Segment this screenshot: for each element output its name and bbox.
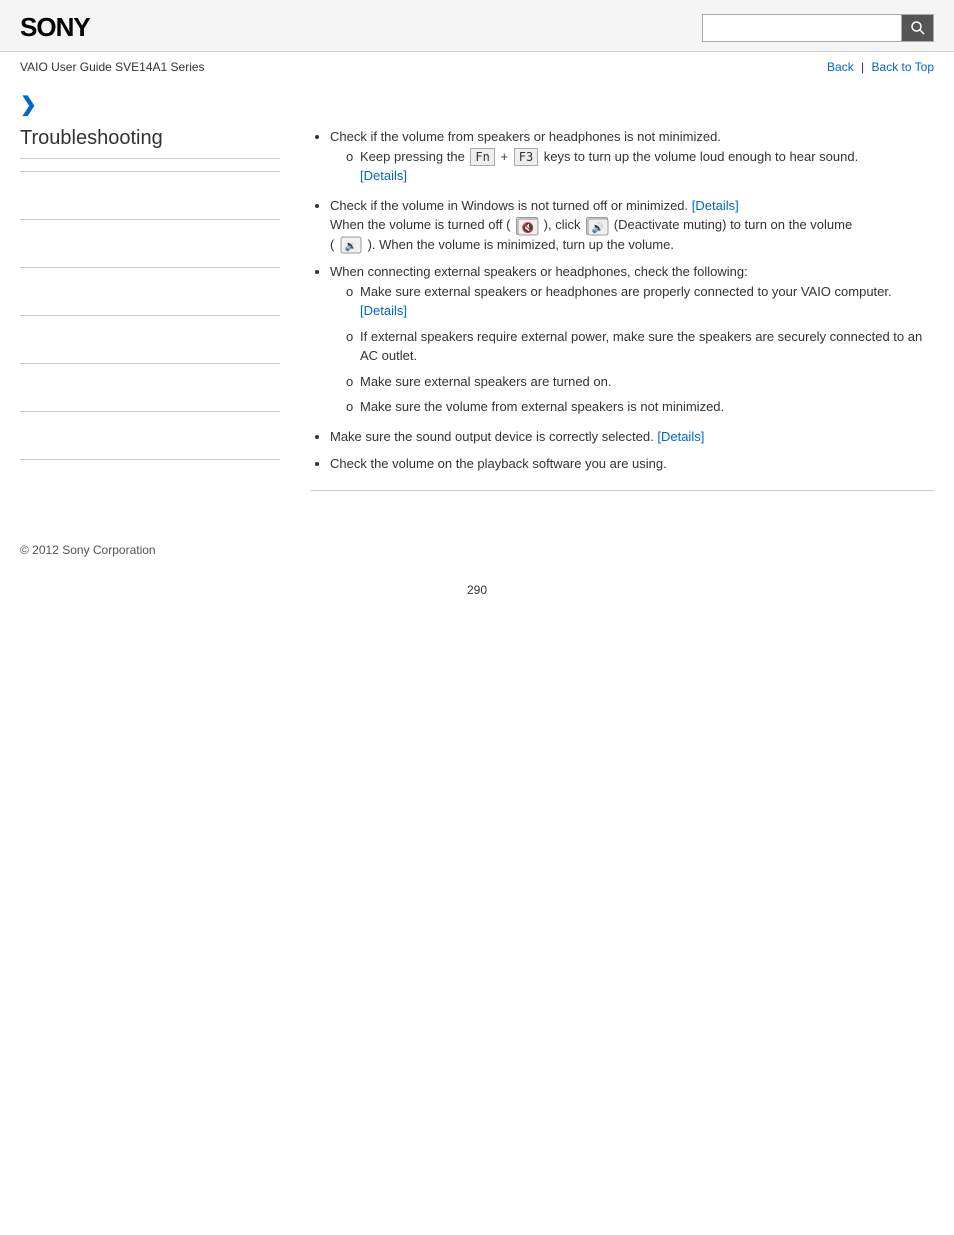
sidebar-divider-3 — [20, 267, 280, 268]
bullet2-pre: Check if the volume in Windows is not tu… — [330, 198, 688, 213]
sidebar-divider-7 — [20, 459, 280, 460]
sidebar-item-1 — [20, 182, 280, 209]
search-button[interactable] — [902, 14, 934, 42]
sub-item-1-1: Keep pressing the Fn + F3 keys to turn u… — [346, 147, 934, 186]
sidebar-divider-6 — [20, 411, 280, 412]
main-layout: Troubleshooting Check if the volume from… — [0, 117, 954, 527]
details-link-3[interactable]: [Details] — [360, 303, 407, 318]
bullet2-body2: ), click — [544, 217, 584, 232]
guide-title: VAIO User Guide SVE14A1 Series — [20, 60, 205, 74]
svg-text:🔊: 🔊 — [592, 221, 604, 234]
sub-list-1: Keep pressing the Fn + F3 keys to turn u… — [330, 147, 934, 186]
sidebar-divider-2 — [20, 219, 280, 220]
deactivate-mute-icon-svg: 🔊 — [587, 218, 609, 236]
sub1-1-plus: + — [501, 149, 512, 164]
list-item-3: When connecting external speakers or hea… — [330, 262, 934, 417]
speaker-icon-svg: 🔉 — [340, 236, 362, 254]
footer: © 2012 Sony Corporation — [0, 527, 954, 573]
list-item-1: Check if the volume from speakers or hea… — [330, 127, 934, 186]
nav-separator: | — [861, 60, 864, 74]
speaker-icon: 🔉 — [340, 236, 362, 254]
copyright-text: © 2012 Sony Corporation — [20, 543, 156, 557]
deactivate-mute-icon: 🔊 — [586, 217, 608, 235]
sub1-1-keys: Fn — [470, 148, 494, 166]
bullet1-text: Check if the volume from speakers or hea… — [330, 129, 721, 144]
sidebar-section-title: Troubleshooting — [20, 127, 280, 159]
sub3-1-pre: Make sure external speakers or headphone… — [360, 284, 892, 299]
mute-icon: 🔇 — [516, 217, 538, 235]
page-number: 290 — [0, 573, 954, 607]
sony-logo: SONY — [20, 12, 90, 43]
back-to-top-link[interactable]: Back to Top — [872, 60, 934, 74]
page-header: SONY — [0, 0, 954, 52]
details-link-2[interactable]: [Details] — [692, 198, 739, 213]
chevron-right-icon: ❯ — [20, 94, 37, 116]
sidebar: Troubleshooting — [20, 127, 300, 507]
search-area — [702, 14, 934, 42]
svg-text:🔉: 🔉 — [345, 241, 357, 252]
list-item-5: Check the volume on the playback softwar… — [330, 454, 934, 474]
svg-text:🔇: 🔇 — [522, 221, 534, 234]
sub1-1-pre: Keep pressing the — [360, 149, 465, 164]
back-link[interactable]: Back — [827, 60, 854, 74]
sidebar-item-5 — [20, 374, 280, 401]
sub-item-3-2: If external speakers require external po… — [346, 327, 934, 366]
list-item-4: Make sure the sound output device is cor… — [330, 427, 934, 447]
sub1-1-post: keys to turn up the volume loud enough t… — [544, 149, 858, 164]
sidebar-item-4 — [20, 326, 280, 353]
list-item-2: Check if the volume in Windows is not tu… — [330, 196, 934, 255]
chevron-area: ❯ — [0, 82, 954, 117]
bullet4-pre: Make sure the sound output device is cor… — [330, 429, 654, 444]
search-icon — [910, 20, 926, 36]
bullet3-text: When connecting external speakers or hea… — [330, 264, 748, 279]
breadcrumb-bar: VAIO User Guide SVE14A1 Series Back | Ba… — [0, 52, 954, 82]
sub-item-3-3: Make sure external speakers are turned o… — [346, 372, 934, 392]
sidebar-item-6 — [20, 422, 280, 449]
sub-list-3: Make sure external speakers or headphone… — [330, 282, 934, 417]
mute-icon-svg: 🔇 — [517, 218, 539, 236]
content-bottom-divider — [310, 490, 934, 491]
sidebar-divider-1 — [20, 171, 280, 172]
bullet2-body1: When the volume is turned off ( — [330, 217, 510, 232]
search-input[interactable] — [702, 14, 902, 42]
sidebar-divider-4 — [20, 315, 280, 316]
sub1-1-key2: F3 — [514, 148, 538, 166]
sidebar-item-3 — [20, 278, 280, 305]
content-area: Check if the volume from speakers or hea… — [300, 127, 934, 507]
sidebar-item-2 — [20, 230, 280, 257]
nav-links: Back | Back to Top — [827, 60, 934, 74]
sub-item-3-1: Make sure external speakers or headphone… — [346, 282, 934, 321]
sidebar-divider-5 — [20, 363, 280, 364]
details-link-4[interactable]: [Details] — [657, 429, 704, 444]
details-link-1[interactable]: [Details] — [360, 168, 407, 183]
bullet2-body4a: ( — [330, 237, 334, 252]
bullet2-body4b: ). When the volume is minimized, turn up… — [368, 237, 674, 252]
main-list: Check if the volume from speakers or hea… — [310, 127, 934, 474]
sub-item-3-4: Make sure the volume from external speak… — [346, 397, 934, 417]
bullet2-body3: (Deactivate muting) to turn on the volum… — [614, 217, 852, 232]
